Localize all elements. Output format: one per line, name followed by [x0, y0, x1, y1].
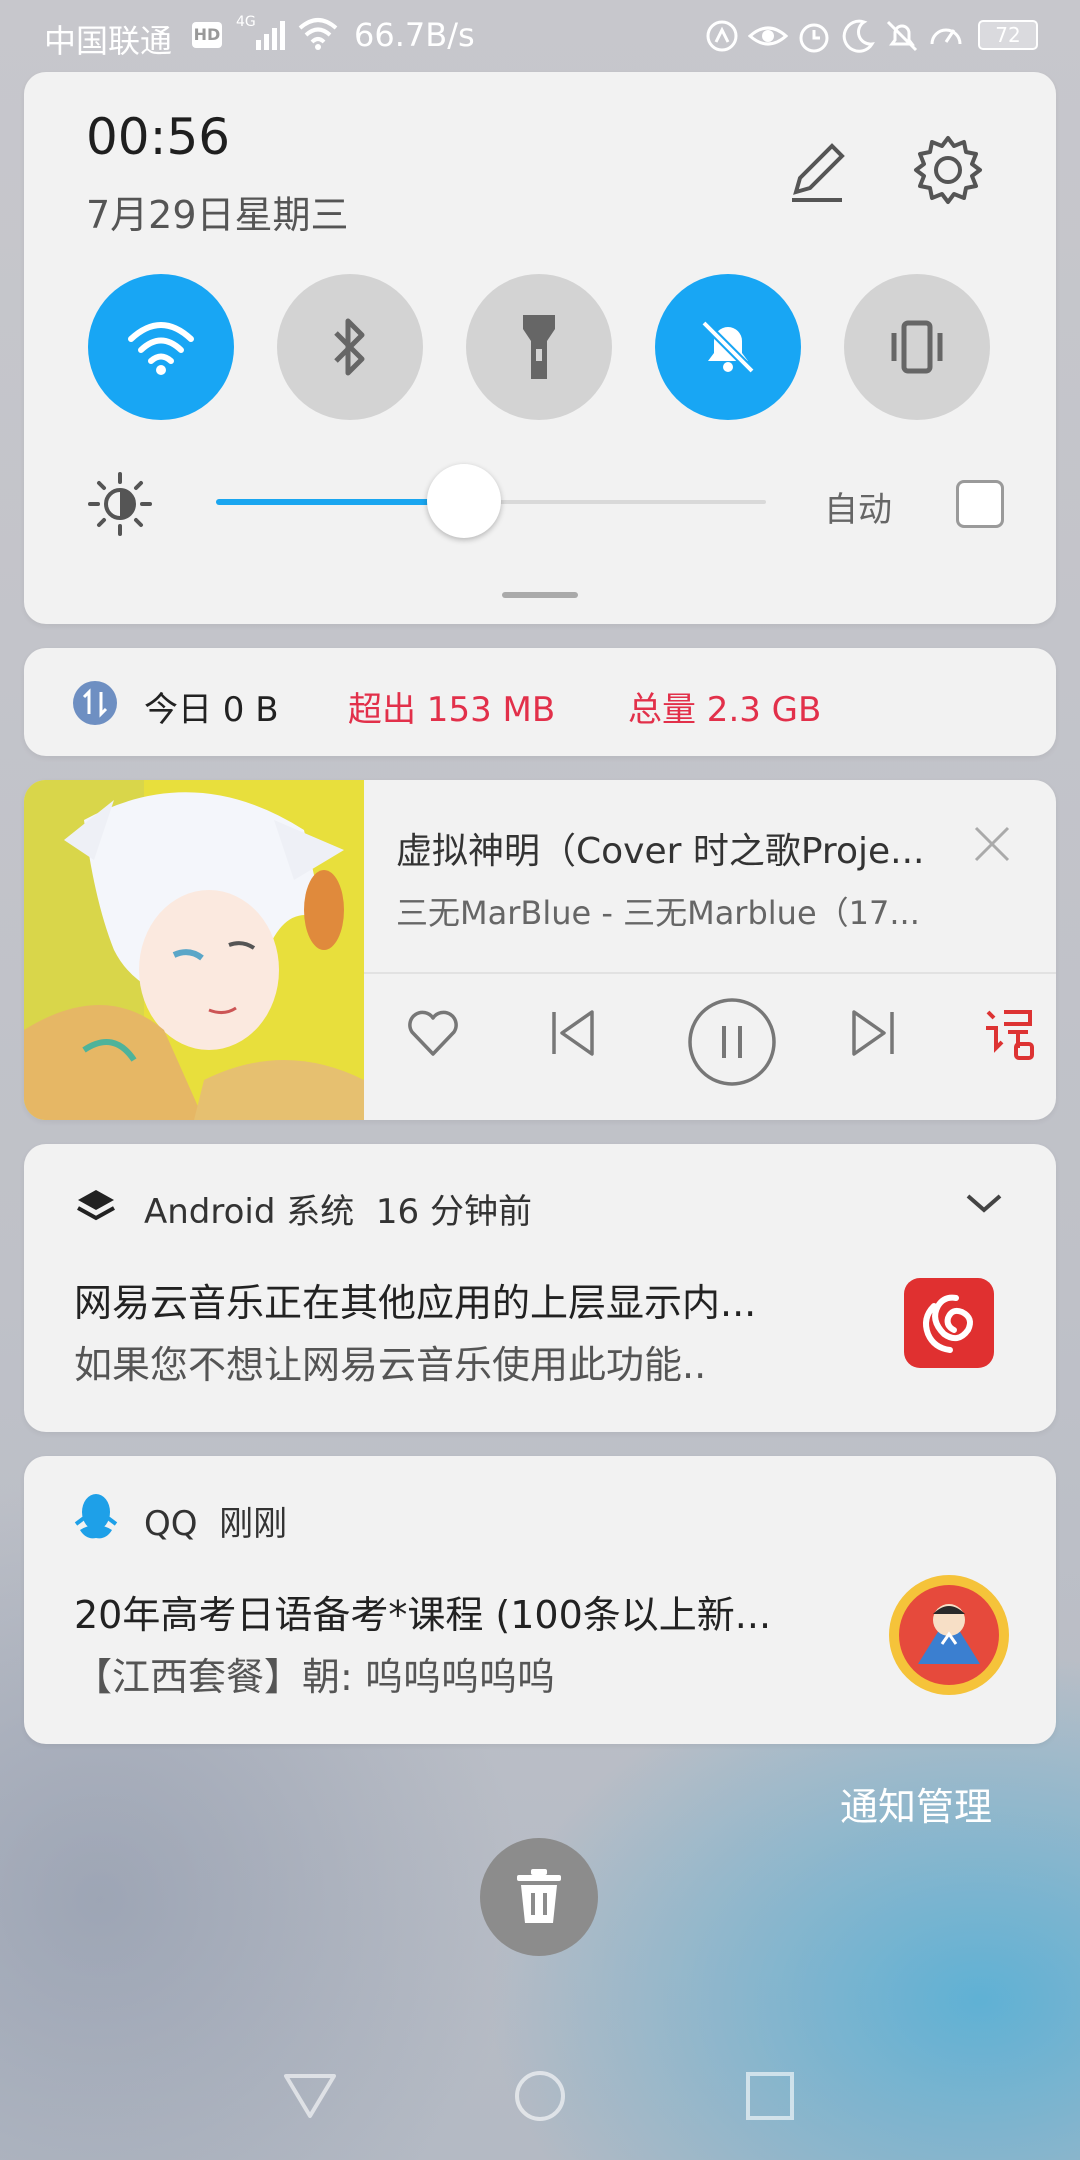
flashlight-tile[interactable]	[466, 274, 612, 420]
qq-penguin-icon	[74, 1494, 118, 1539]
status-bar: 中国联通 HD 4G 66.7B/s 72	[0, 0, 1080, 72]
data-today: 今日 0 B	[144, 690, 279, 730]
hd-badge: HD	[192, 22, 222, 48]
auto-brightness-label: 自动	[824, 490, 892, 530]
album-art	[24, 780, 364, 1120]
brightness-icon	[88, 472, 152, 536]
nfc-icon	[706, 20, 738, 52]
music-player-card[interactable]: 虚拟神明（Cover 时之歌Proje... 三无MarBlue - 三无Mar…	[24, 780, 1056, 1120]
clear-all-button[interactable]	[480, 1838, 598, 1956]
chevron-down-icon[interactable]	[962, 1188, 1006, 1218]
notification-android-system[interactable]: Android 系统 16 分钟前 网易云音乐正在其他应用的上层显示内... 如…	[24, 1144, 1056, 1432]
auto-brightness-checkbox[interactable]	[956, 480, 1004, 528]
settings-gear-icon[interactable]	[912, 134, 984, 206]
notification-app-name: Android 系统 16 分钟前	[144, 1192, 532, 1232]
notification-title: 网易云音乐正在其他应用的上层显示内...	[74, 1281, 757, 1325]
pause-icon[interactable]	[686, 996, 778, 1088]
music-divider	[364, 972, 1056, 974]
expand-handle[interactable]	[502, 592, 578, 598]
next-track-icon[interactable]	[842, 1002, 904, 1064]
trash-icon	[517, 1869, 561, 1923]
signal-icon	[256, 21, 285, 50]
network-speed: 66.7B/s	[354, 16, 475, 54]
close-icon[interactable]	[970, 822, 1014, 866]
speed-icon	[930, 28, 962, 45]
data-total: 总量 2.3 GB	[628, 690, 822, 730]
carrier-label: 中国联通	[44, 22, 173, 60]
silent-tile[interactable]	[655, 274, 801, 420]
vibrate-icon	[891, 320, 943, 374]
recents-icon[interactable]	[744, 2070, 796, 2122]
clock-date: 7月29日星期三	[86, 193, 349, 237]
netease-music-icon	[904, 1278, 994, 1368]
clock-time: 00:56	[86, 108, 231, 166]
data-over: 超出 153 MB	[348, 690, 556, 730]
notification-manage-link[interactable]: 通知管理	[840, 1776, 992, 1831]
group-avatar	[889, 1575, 1009, 1695]
alarm-icon	[799, 23, 829, 53]
lyrics-icon[interactable]	[982, 1002, 1038, 1064]
vibrate-tile[interactable]	[844, 274, 990, 420]
previous-track-icon[interactable]	[542, 1002, 604, 1064]
notification-time: 刚刚	[219, 1504, 288, 1544]
like-heart-icon[interactable]	[402, 1002, 464, 1064]
quick-settings-panel: 00:56 7月29日星期三 自动	[24, 72, 1056, 624]
data-usage-card[interactable]: 今日 0 B 超出 153 MB 总量 2.3 GB	[24, 648, 1056, 756]
moon-icon	[842, 19, 875, 53]
brightness-slider-handle[interactable]	[427, 464, 501, 538]
battery-icon: 72	[978, 20, 1038, 50]
flashlight-icon	[523, 315, 555, 379]
song-title: 虚拟神明（Cover 时之歌Proje...	[396, 831, 925, 872]
notification-text: 【江西套餐】朝: 呜呜呜呜呜	[74, 1655, 555, 1699]
layers-icon	[77, 1190, 115, 1221]
bluetooth-tile[interactable]	[277, 274, 423, 420]
song-artist: 三无MarBlue - 三无Marblue（17...	[396, 894, 920, 932]
bluetooth-icon	[334, 318, 365, 376]
wifi-icon	[128, 322, 194, 375]
edit-icon[interactable]	[782, 138, 850, 206]
data-transfer-icon	[73, 681, 117, 725]
notification-app-name: QQ 刚刚	[144, 1504, 288, 1544]
notification-text: 如果您不想让网易云音乐使用此功能..	[74, 1343, 707, 1387]
wifi-status-icon	[298, 18, 338, 50]
bell-off-icon	[701, 320, 755, 374]
notification-title: 20年高考日语备考*课程 (100条以上新...	[74, 1593, 772, 1637]
notification-off-icon	[886, 20, 918, 52]
wifi-tile[interactable]	[88, 274, 234, 420]
navigation-bar	[0, 2040, 1080, 2160]
back-icon[interactable]	[282, 2070, 338, 2120]
notification-time: 16 分钟前	[375, 1192, 532, 1232]
eye-icon	[748, 26, 788, 46]
notification-qq[interactable]: QQ 刚刚 20年高考日语备考*课程 (100条以上新... 【江西套餐】朝: …	[24, 1456, 1056, 1744]
home-icon[interactable]	[512, 2068, 568, 2124]
